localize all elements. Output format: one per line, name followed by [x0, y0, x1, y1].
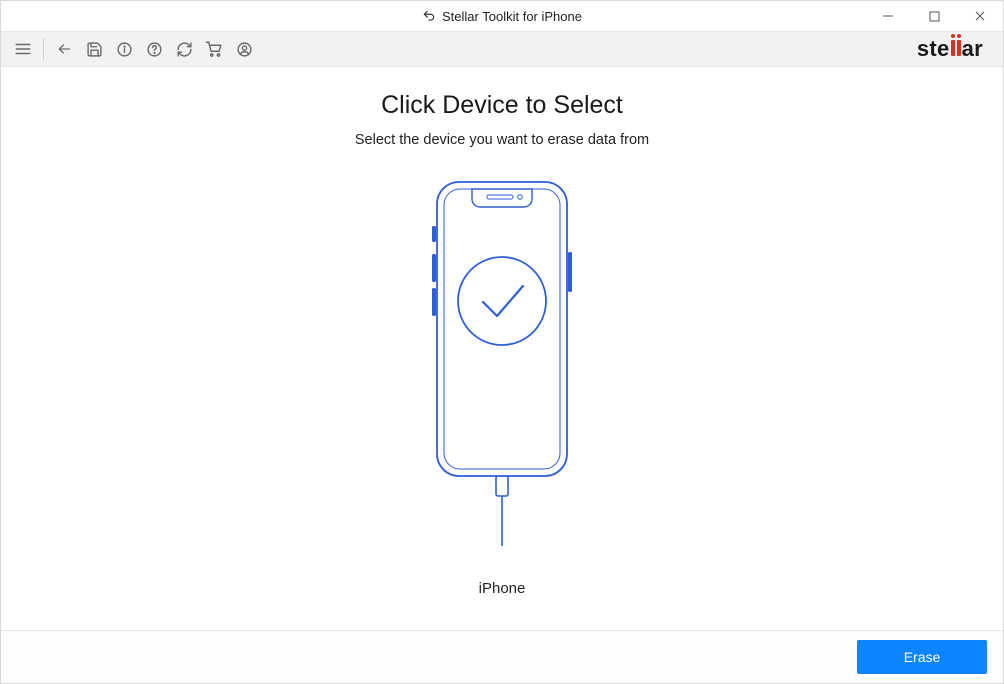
device-selector[interactable]: iPhone [417, 176, 587, 597]
erase-button[interactable]: Erase [857, 640, 987, 674]
window-controls [865, 1, 1003, 31]
iphone-illustration [417, 176, 587, 546]
page-subheading: Select the device you want to erase data… [355, 132, 649, 148]
save-icon[interactable] [80, 35, 108, 63]
device-label: iPhone [479, 580, 526, 597]
help-icon[interactable] [140, 35, 168, 63]
toolbar: ste ar [1, 32, 1003, 67]
toolbar-separator [43, 38, 44, 60]
titlebar: Stellar Toolkit for iPhone [1, 1, 1003, 32]
brand-ll-icon [950, 40, 962, 56]
footer: Erase [1, 630, 1003, 683]
app-window: Stellar Toolkit for iPhone [0, 0, 1004, 684]
maximize-button[interactable] [911, 1, 957, 31]
cart-icon[interactable] [200, 35, 228, 63]
user-icon[interactable] [230, 35, 258, 63]
refresh-icon[interactable] [170, 35, 198, 63]
menu-icon[interactable] [9, 35, 37, 63]
page-heading: Click Device to Select [381, 91, 623, 120]
app-title: Stellar Toolkit for iPhone [442, 9, 582, 24]
close-button[interactable] [957, 1, 1003, 31]
brand-pre: ste [917, 36, 950, 62]
back-icon[interactable] [50, 35, 78, 63]
main-content: Click Device to Select Select the device… [1, 67, 1003, 630]
brand-logo: ste ar [917, 36, 995, 62]
brand-post: ar [962, 36, 983, 62]
info-icon[interactable] [110, 35, 138, 63]
minimize-button[interactable] [865, 1, 911, 31]
undo-icon [422, 9, 436, 23]
